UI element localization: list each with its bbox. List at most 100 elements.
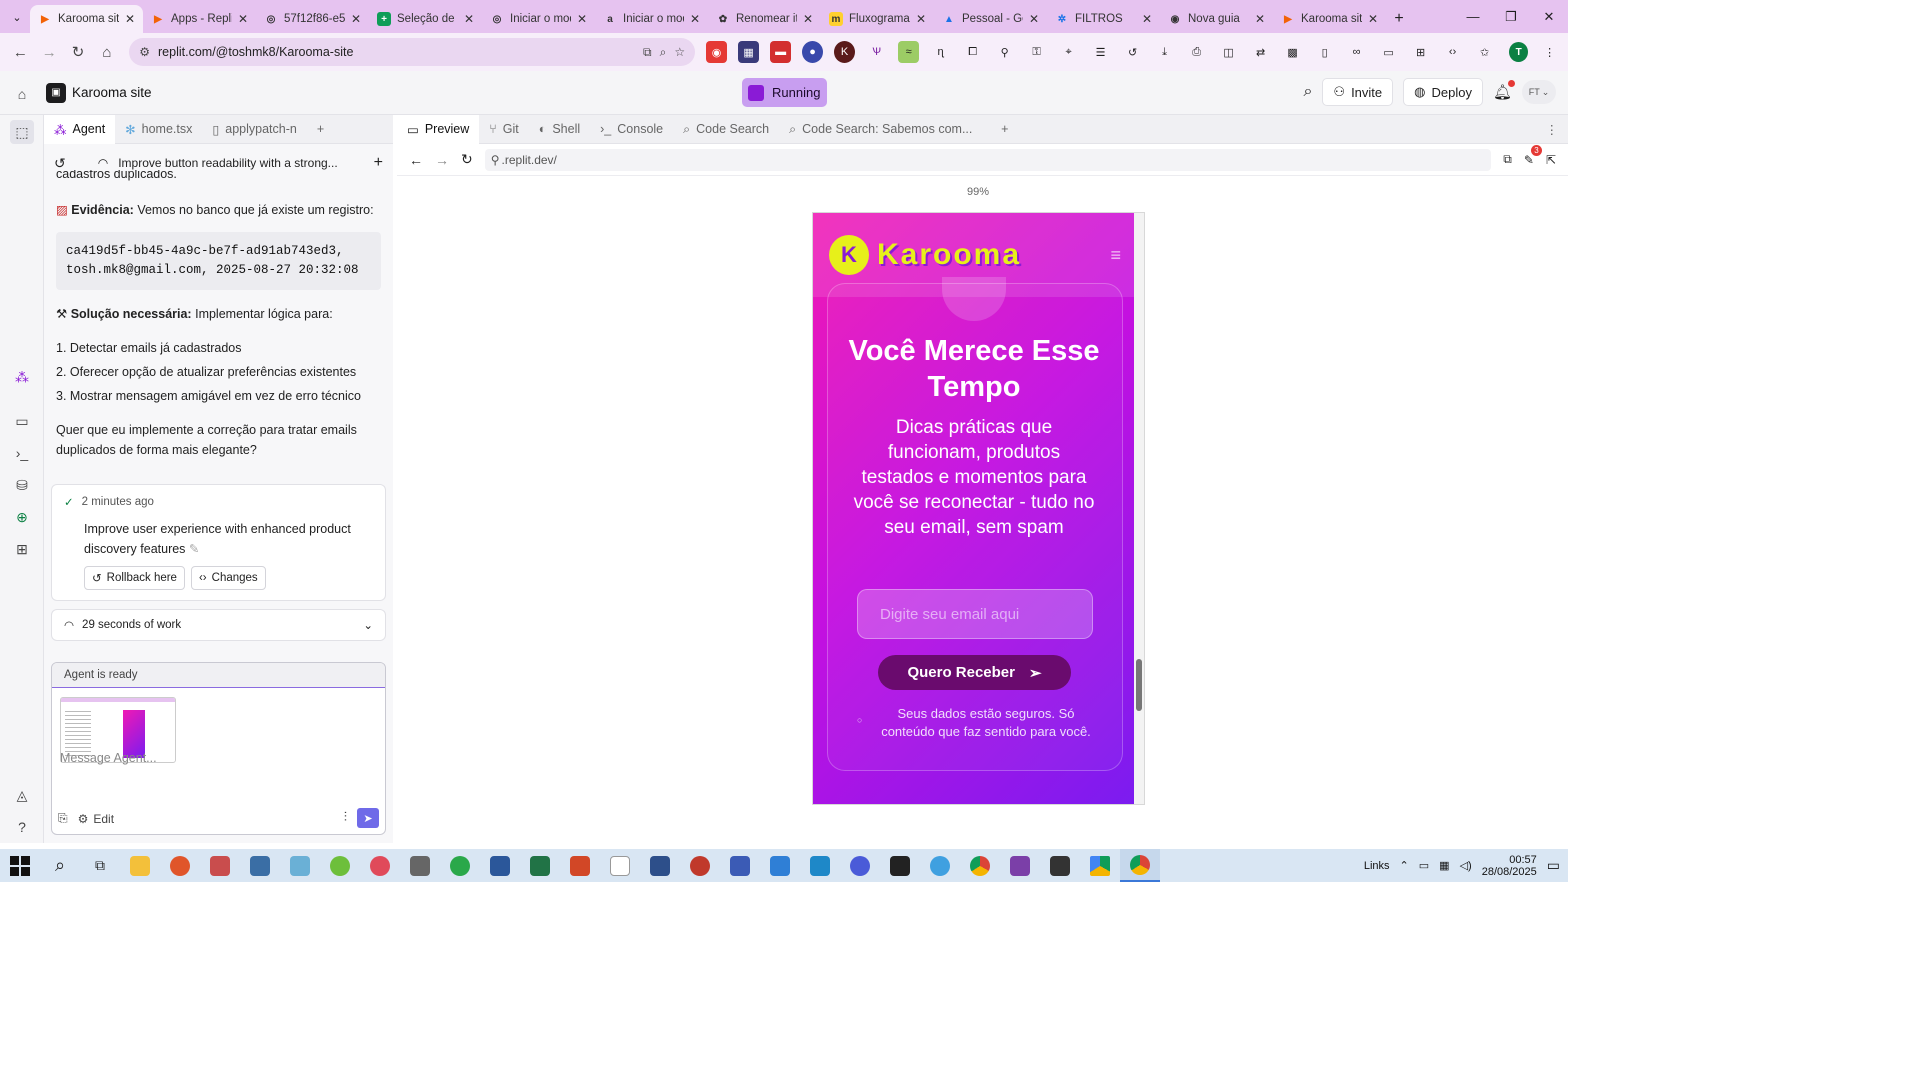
forward-icon[interactable]: →	[435, 152, 449, 168]
clock[interactable]: 00:57 28/08/2025	[1482, 854, 1537, 878]
bookmarks-icon[interactable]: ✩	[1474, 41, 1495, 63]
chrome-active-icon[interactable]	[1120, 849, 1160, 882]
tab-code-search[interactable]: ⌕ Code Search	[673, 115, 779, 144]
thread-title[interactable]: Improve button readability with a strong…	[118, 156, 363, 170]
print-icon[interactable]: ⎙	[1186, 41, 1207, 63]
bookmark-star-icon[interactable]: ☆	[674, 45, 685, 59]
monitor-icon[interactable]: ▭	[12, 411, 32, 431]
app-icon[interactable]	[840, 849, 880, 882]
karooma-wordmark[interactable]: Karooma	[877, 238, 1021, 272]
reload-icon[interactable]: ↻	[461, 151, 473, 168]
reader-icon[interactable]: ☰	[1090, 41, 1111, 63]
close-icon[interactable]: ✕	[803, 12, 813, 26]
home-icon[interactable]: ⌂	[12, 84, 32, 104]
excel-icon[interactable]	[520, 849, 560, 882]
link-icon[interactable]: ∞	[1346, 41, 1367, 63]
address-url[interactable]: replit.com/@toshmk8/Karooma-site	[158, 45, 635, 59]
minimize-icon[interactable]: —	[1454, 0, 1492, 33]
table-icon[interactable]: ⊞	[1410, 41, 1431, 63]
qr-code-icon[interactable]: ▩	[1282, 41, 1303, 63]
notifications-bell-icon[interactable]: 🔔︎	[1493, 80, 1515, 101]
browser-tab-apps-replit[interactable]: ▶ Apps - Replit ✕	[143, 5, 256, 33]
close-icon[interactable]: ✕	[125, 12, 135, 26]
changes-button[interactable]: ‹› Changes	[190, 566, 266, 590]
browser-tab-pessoal[interactable]: ▲ Pessoal - Go ✕	[934, 5, 1047, 33]
close-icon[interactable]: ✕	[690, 12, 700, 26]
tab-console[interactable]: ›_ Console	[590, 115, 673, 144]
install-app-icon[interactable]: ⧉	[643, 45, 652, 60]
puzzle-icon[interactable]: ⧠	[962, 41, 983, 63]
network-icon[interactable]: ▦	[1439, 859, 1449, 872]
search-icon[interactable]: ⌕	[1303, 83, 1312, 101]
powershell-icon[interactable]	[640, 849, 680, 882]
close-icon[interactable]: ✕	[1255, 12, 1265, 26]
app-icon[interactable]	[680, 849, 720, 882]
site-info-icon[interactable]: ⚙	[139, 45, 150, 59]
history-icon[interactable]: ↺	[1122, 41, 1143, 63]
kebab-menu-icon[interactable]: ⋮	[1539, 41, 1560, 63]
calculator-icon[interactable]	[240, 849, 280, 882]
task-view-icon[interactable]: ⧉	[80, 849, 120, 882]
deploy-button[interactable]: ◍ Deploy	[1403, 78, 1483, 106]
profile-avatar[interactable]: T	[1509, 42, 1529, 62]
location-icon[interactable]: ⌖	[1058, 41, 1079, 63]
browser-tab-fluxograma[interactable]: m Fluxograma ✕	[821, 5, 934, 33]
app-icon[interactable]	[440, 849, 480, 882]
phone-scrollbar[interactable]	[1134, 213, 1144, 804]
tab-shell[interactable]: ◐ Shell	[529, 115, 590, 144]
notifications-icon[interactable]: ▭	[1547, 857, 1560, 874]
app-icon[interactable]	[320, 849, 360, 882]
address-bar[interactable]: ⚙ replit.com/@toshmk8/Karooma-site ⧉ ⌕ ☆	[129, 38, 696, 66]
extension-icon[interactable]: ▦	[738, 41, 760, 63]
send-button[interactable]: ➤	[357, 808, 379, 828]
download-icon[interactable]: ⤓	[1154, 41, 1175, 63]
windows-start-icon[interactable]	[0, 849, 40, 882]
browser-tab-iniciar-2[interactable]: a Iniciar o mod ✕	[595, 5, 708, 33]
tray-chevron-up-icon[interactable]: ⌃	[1400, 859, 1409, 872]
subscribe-button[interactable]: Quero Receber ➢	[878, 655, 1071, 690]
browser-tab-nova-guia[interactable]: ◉ Nova guia ✕	[1160, 5, 1273, 33]
window-close-icon[interactable]: ✕	[1530, 0, 1568, 33]
open-external-icon[interactable]: ⇱	[1546, 153, 1556, 167]
back-icon[interactable]: ←	[409, 152, 423, 168]
browser-tab-sheets[interactable]: + Seleção de P ✕	[369, 5, 482, 33]
app-icon[interactable]	[800, 849, 840, 882]
notepad-icon[interactable]	[600, 849, 640, 882]
cast-icon[interactable]: ▭	[1378, 41, 1399, 63]
email-input[interactable]: Digite seu email aqui	[857, 589, 1093, 639]
app-icon[interactable]	[1000, 849, 1040, 882]
browser-tab-karooma-site-2[interactable]: ▶ Karooma site ✕	[1273, 5, 1386, 33]
reload-icon[interactable]: ↻	[66, 39, 91, 65]
app-icon[interactable]	[920, 849, 960, 882]
extension-icon[interactable]: ●	[802, 41, 824, 63]
app-icon[interactable]	[160, 849, 200, 882]
tab-git[interactable]: ⑂ Git	[479, 115, 529, 144]
tab-applypatch[interactable]: ▯ applypatch-n	[202, 115, 306, 144]
close-icon[interactable]: ✕	[577, 12, 587, 26]
pencil-icon[interactable]: ✎	[189, 542, 199, 556]
tab-agent[interactable]: ⁂ Agent	[44, 114, 116, 144]
app-icon[interactable]	[760, 849, 800, 882]
settings-sliders-icon[interactable]: ⫶	[344, 809, 347, 825]
user-avatar[interactable]: FT ⌄	[1522, 80, 1556, 104]
close-icon[interactable]: ✕	[1029, 12, 1039, 26]
home-icon[interactable]: ⌂	[94, 39, 119, 65]
app-icon[interactable]	[1040, 849, 1080, 882]
close-icon[interactable]: ✕	[916, 12, 926, 26]
shell-icon[interactable]: ›_	[12, 443, 32, 463]
invite-button[interactable]: ⚇ Invite	[1322, 78, 1394, 106]
forward-icon[interactable]: →	[37, 39, 62, 65]
repl-name[interactable]: Karooma site	[72, 85, 152, 100]
screenshot-icon[interactable]: ◫	[1218, 41, 1239, 63]
browser-tab-karooma-site[interactable]: ▶ Karooma site ✕	[30, 5, 143, 33]
work-summary[interactable]: ◠ 29 seconds of work ⌄	[51, 609, 386, 641]
close-icon[interactable]: ✕	[238, 12, 248, 26]
app-icon[interactable]	[280, 849, 320, 882]
browser-tab-iniciar-1[interactable]: ◎ Iniciar o mod ✕	[482, 5, 595, 33]
app-icon[interactable]	[200, 849, 240, 882]
close-icon[interactable]: ✕	[464, 12, 474, 26]
help-icon[interactable]: ?	[12, 817, 32, 837]
add-tab-icon[interactable]: +	[991, 115, 1018, 144]
close-icon[interactable]: ✕	[351, 12, 361, 26]
volume-icon[interactable]: ◁)	[1460, 859, 1472, 872]
